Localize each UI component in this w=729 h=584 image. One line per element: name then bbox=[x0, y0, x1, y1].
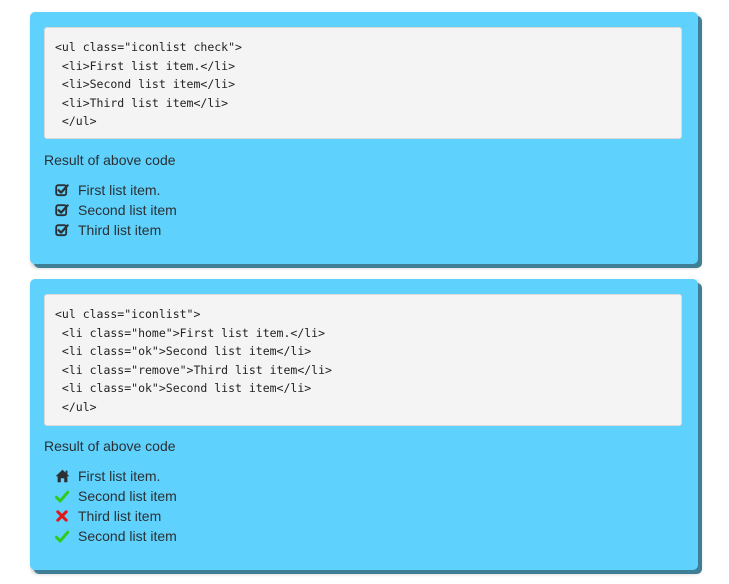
check-square-icon bbox=[54, 222, 70, 238]
result-list: First list item. Second list item Third … bbox=[54, 466, 177, 546]
check-square-icon bbox=[54, 202, 70, 218]
code-line: </ul> bbox=[55, 114, 97, 128]
list-item: Second list item bbox=[54, 486, 177, 506]
code-block: <ul class="iconlist check"> <li>First li… bbox=[44, 27, 682, 139]
result-caption: Result of above code bbox=[44, 152, 176, 168]
list-item-label: Second list item bbox=[78, 202, 177, 218]
code-line: </ul> bbox=[55, 399, 97, 414]
remove-icon bbox=[54, 508, 70, 524]
code-line: <li class="home">First list item.</li> bbox=[55, 325, 326, 340]
code-line: <li>Third list item</li> bbox=[55, 95, 229, 110]
code-line: <ul class="iconlist check"> bbox=[55, 40, 242, 54]
result-list: First list item. Second list item Third … bbox=[54, 180, 177, 240]
list-item-label: First list item. bbox=[78, 182, 161, 198]
list-item-label: First list item. bbox=[78, 468, 161, 484]
list-item: First list item. bbox=[54, 180, 177, 200]
list-item: Third list item bbox=[54, 506, 177, 526]
list-item-label: Second list item bbox=[78, 528, 177, 544]
list-item-label: Third list item bbox=[78, 508, 162, 524]
home-icon bbox=[54, 468, 70, 484]
code-line: <li>First list item.</li> bbox=[55, 58, 236, 73]
list-item: First list item. bbox=[54, 466, 177, 486]
list-item: Third list item bbox=[54, 220, 177, 240]
result-caption: Result of above code bbox=[44, 438, 176, 454]
list-item: Second list item bbox=[54, 200, 177, 220]
code-line: <ul class="iconlist"> bbox=[55, 307, 201, 321]
list-item-label: Second list item bbox=[78, 488, 177, 504]
list-item: Second list item bbox=[54, 526, 177, 546]
check-square-icon bbox=[54, 182, 70, 198]
code-line: <li class="ok">Second list item</li> bbox=[55, 381, 312, 395]
code-line: <li>Second list item</li> bbox=[55, 77, 236, 91]
example-panel-check: <ul class="iconlist check"> <li>First li… bbox=[30, 12, 698, 264]
list-item-label: Third list item bbox=[78, 222, 162, 238]
code-line: <li class="ok">Second list item</li> bbox=[55, 344, 312, 358]
code-line: <li class="remove">Third list item</li> bbox=[55, 362, 332, 377]
check-icon bbox=[54, 488, 70, 504]
code-block: <ul class="iconlist"> <li class="home">F… bbox=[44, 294, 682, 426]
check-icon bbox=[54, 528, 70, 544]
example-panel-iconlist: <ul class="iconlist"> <li class="home">F… bbox=[30, 279, 698, 570]
